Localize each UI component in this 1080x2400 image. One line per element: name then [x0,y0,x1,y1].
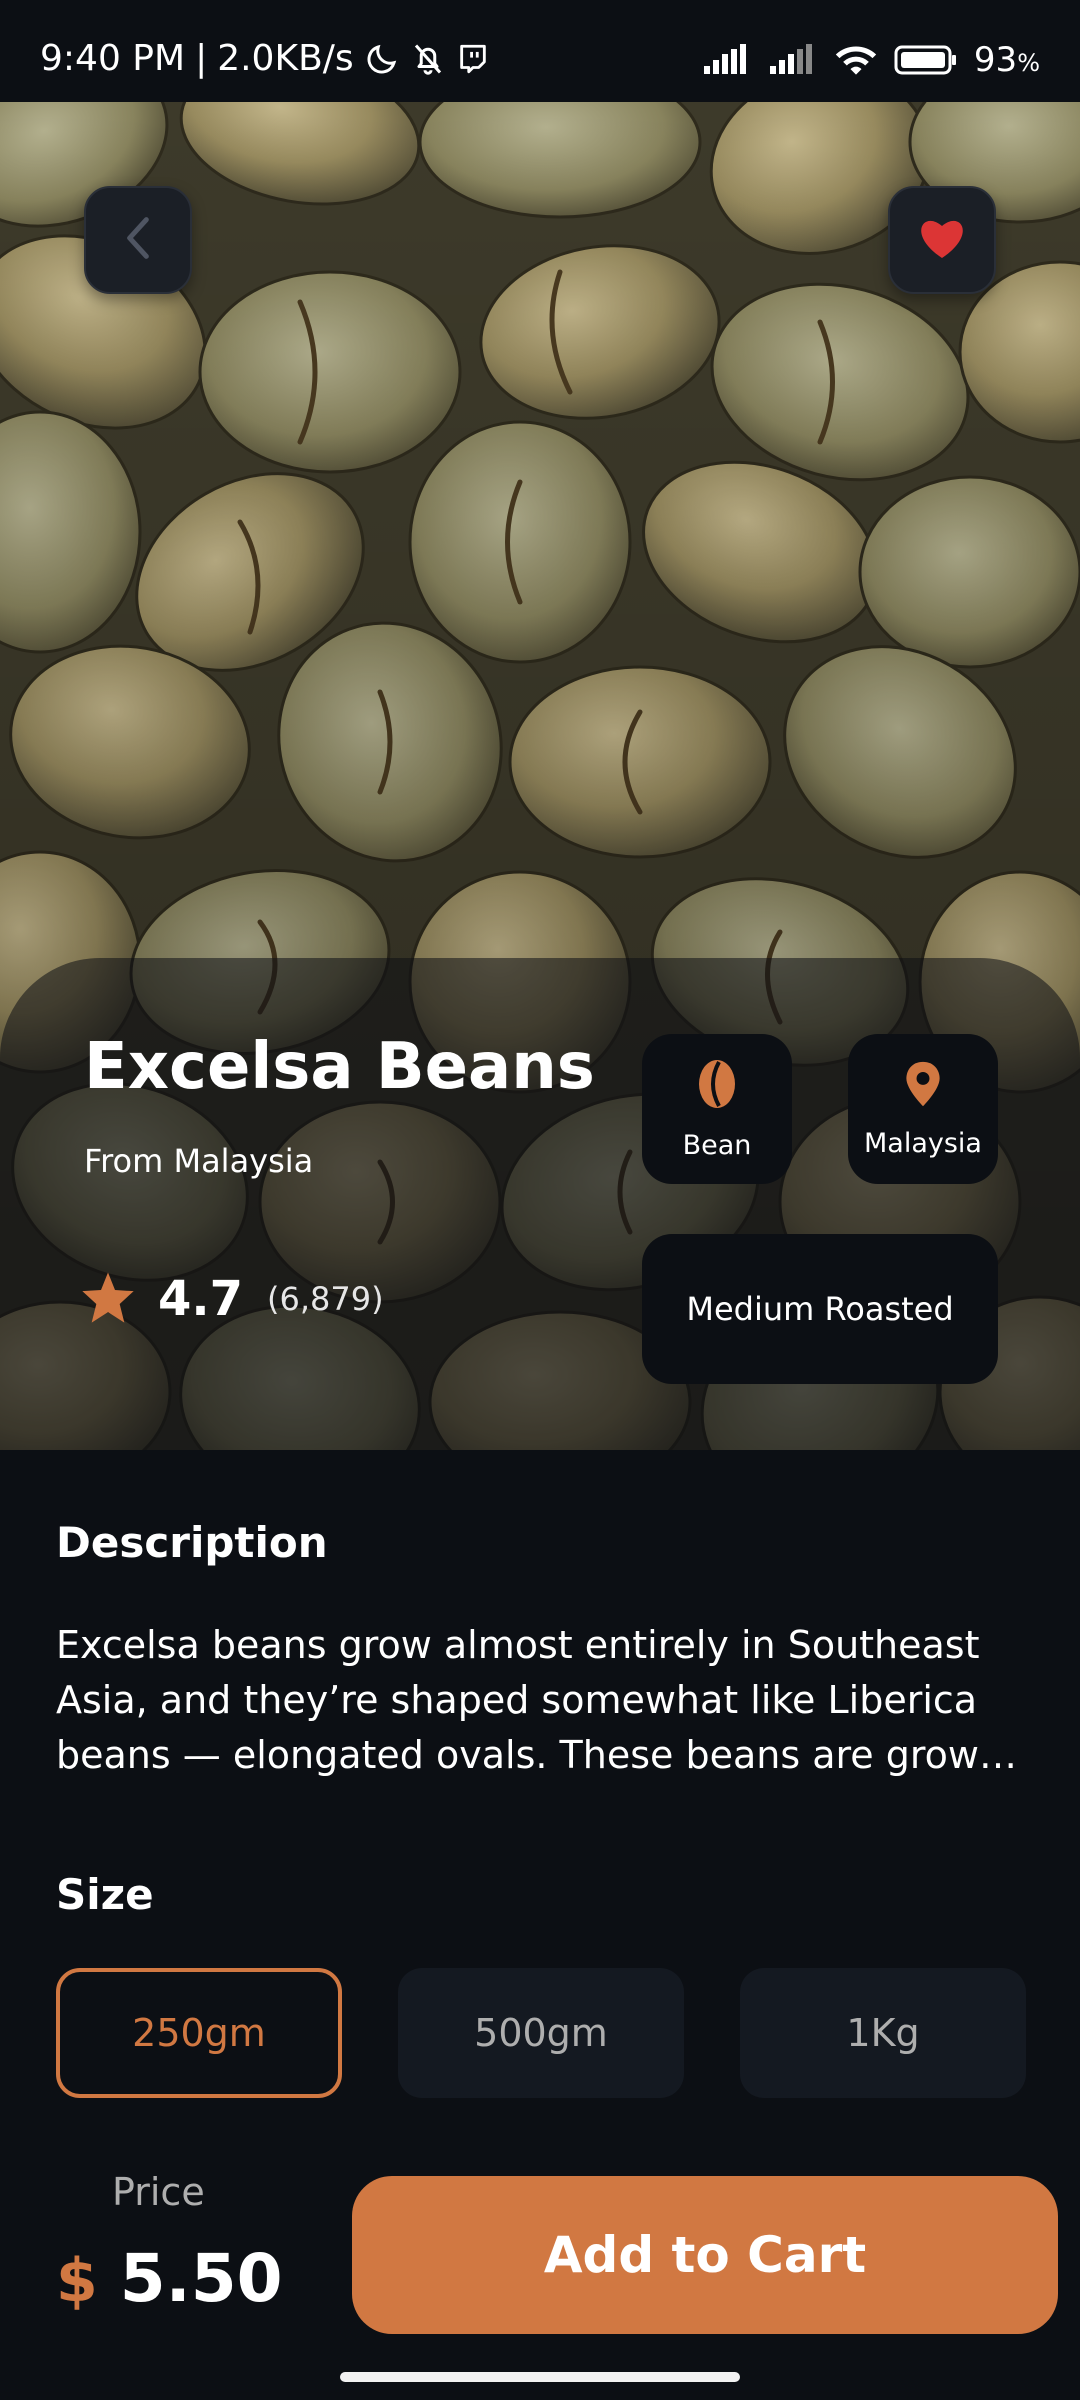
status-right: 93% [702,40,1040,80]
status-separator: | [195,38,208,79]
bell-off-icon [410,41,446,77]
roast-level: Medium Roasted [642,1234,998,1384]
price: $ 5.50 [56,2240,283,2317]
size-option-1kg[interactable]: 1Kg [740,1968,1026,2098]
description-title: Description [56,1518,328,1567]
twitch-icon [456,42,490,76]
location-pin-icon [904,1060,942,1112]
home-indicator[interactable] [340,2372,740,2382]
price-value: 5.50 [119,2240,283,2317]
status-left: 9:40 PM | 2.0KB/s [40,38,490,79]
size-option-250gm[interactable]: 250gm [56,1968,342,2098]
bean-type-label: Bean [682,1129,752,1161]
size-option-500gm[interactable]: 500gm [398,1968,684,2098]
location-label: Malaysia [864,1127,982,1159]
bean-icon [697,1058,737,1114]
size-title: Size [56,1870,154,1919]
add-to-cart-button[interactable]: Add to Cart [352,2176,1058,2334]
description-text[interactable]: Excelsa beans grow almost entirely in So… [56,1618,1036,1783]
price-label: Price [112,2170,205,2214]
chevron-left-icon [118,213,158,267]
battery-icon [894,44,958,76]
product-origin: From Malaysia [84,1142,314,1180]
signal-icon [768,44,818,76]
size-options: 250gm 500gm 1Kg [56,1968,1026,2098]
favorite-button[interactable] [888,186,996,294]
heart-icon [918,216,966,264]
wifi-icon [834,43,878,77]
star-icon [80,1270,136,1328]
signal-icon [702,44,752,76]
battery-percentage: 93% [973,40,1040,80]
status-time: 9:40 PM [40,38,186,79]
price-currency: $ [56,2246,98,2316]
bean-type-tag: Bean [642,1034,792,1184]
product-name: Excelsa Beans [84,1030,595,1104]
rating-count: (6,879) [267,1280,384,1318]
rating-value: 4.7 [158,1271,244,1327]
rating: 4.7 (6,879) [80,1270,384,1328]
location-tag: Malaysia [848,1034,998,1184]
back-button[interactable] [84,186,192,294]
status-network-speed: 2.0KB/s [217,38,354,79]
status-bar: 9:40 PM | 2.0KB/s 93% [0,0,1080,102]
moon-icon [364,41,400,77]
